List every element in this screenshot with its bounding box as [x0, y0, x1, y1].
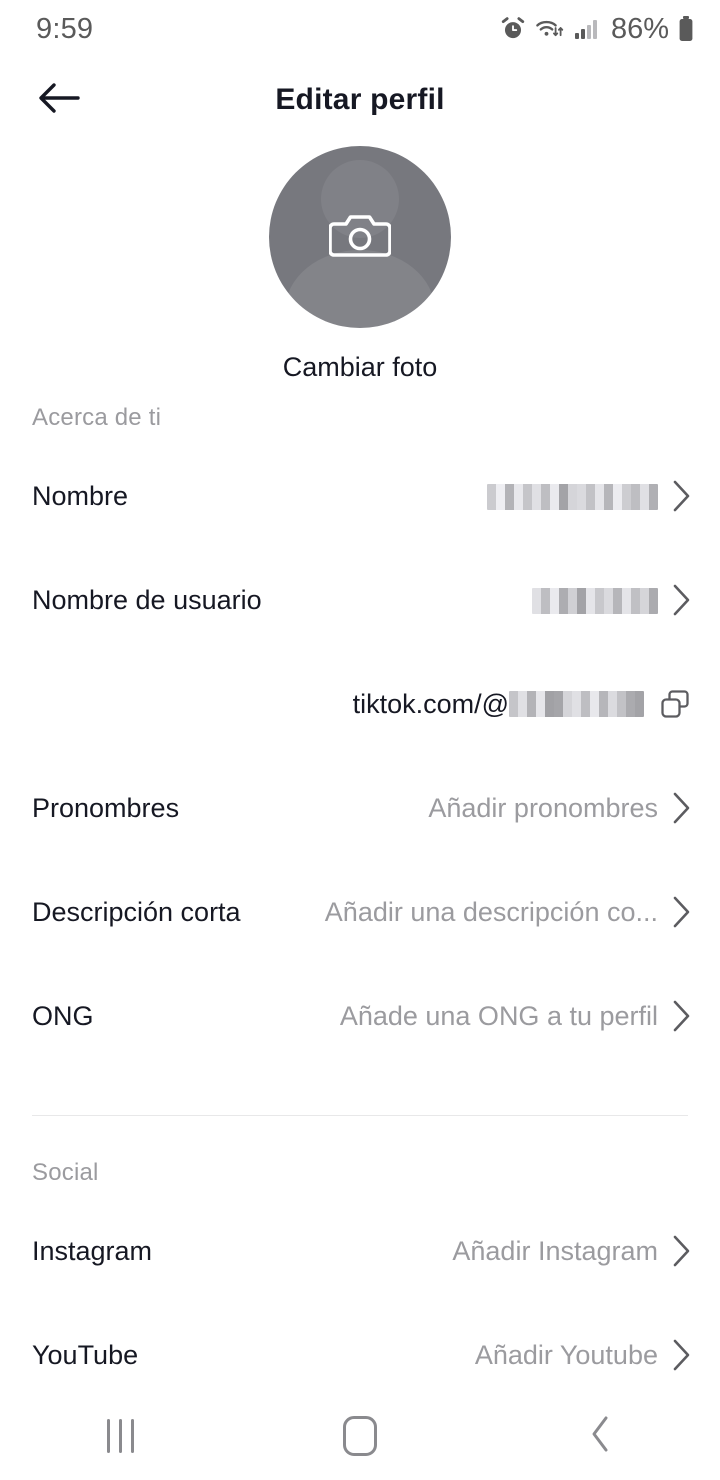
chevron-right-icon: [670, 999, 692, 1033]
recents-icon: [106, 1419, 134, 1453]
edit-profile-screen: 9:59 86% Editar perfil Cambiar foto Acer…: [0, 0, 720, 1480]
chevron-right-icon: [670, 791, 692, 825]
change-photo-label[interactable]: Cambiar foto: [283, 352, 438, 383]
redacted-username: [532, 588, 658, 615]
alarm-icon: [500, 16, 526, 42]
row-label: ONG: [32, 1000, 94, 1031]
copy-icon[interactable]: [658, 687, 692, 721]
camera-icon: [328, 208, 392, 267]
row-label: Pronombres: [32, 792, 180, 823]
row-label: Nombre de usuario: [32, 584, 262, 615]
chevron-right-icon: [670, 895, 692, 929]
row-label: Nombre: [32, 480, 129, 511]
row-label: YouTube: [32, 1339, 139, 1370]
nav-home-button[interactable]: [300, 1392, 420, 1480]
section-label-about: Acerca de ti: [32, 404, 162, 431]
chevron-right-icon: [670, 1338, 692, 1372]
profile-url-prefix: tiktok.com/@: [352, 688, 509, 719]
battery-percent: 86%: [610, 12, 669, 45]
status-bar-clock: 9:59: [36, 12, 94, 45]
page-header: Editar perfil: [0, 62, 720, 138]
avatar[interactable]: [269, 146, 451, 328]
arrow-left-icon: [37, 80, 81, 121]
nav-recents-button[interactable]: [60, 1392, 180, 1480]
row-label: Descripción corta: [32, 896, 241, 927]
chevron-right-icon: [670, 1234, 692, 1268]
row-value: Añadir Instagram: [452, 1235, 658, 1266]
row-value-redacted: [262, 585, 658, 616]
section-label-social: Social: [32, 1159, 99, 1186]
back-button[interactable]: [28, 74, 90, 126]
wifi-icon: [535, 16, 565, 42]
row-value: Añade una ONG a tu perfil: [339, 1000, 658, 1031]
redacted-name: [487, 484, 658, 511]
status-bar: 9:59 86%: [0, 0, 720, 58]
row-youtube[interactable]: YouTube Añadir Youtube: [0, 1327, 720, 1383]
home-icon: [343, 1416, 377, 1456]
row-ong[interactable]: ONG Añade una ONG a tu perfil: [0, 988, 720, 1044]
row-value: Añadir pronombres: [428, 792, 658, 823]
row-nombre-de-usuario[interactable]: Nombre de usuario: [0, 572, 720, 628]
signal-icon: [574, 16, 600, 42]
row-descripcion-corta[interactable]: Descripción corta Añadir una descripción…: [0, 884, 720, 940]
row-value: Añadir una descripción co...: [324, 896, 658, 927]
row-nombre[interactable]: Nombre: [0, 468, 720, 524]
chevron-right-icon: [670, 583, 692, 617]
system-nav-bar: [0, 1392, 720, 1480]
row-value: Añadir Youtube: [474, 1339, 658, 1370]
row-profile-url[interactable]: tiktok.com/@: [0, 676, 720, 732]
redacted-handle: [509, 691, 644, 717]
row-instagram[interactable]: Instagram Añadir Instagram: [0, 1223, 720, 1279]
chevron-right-icon: [670, 479, 692, 513]
row-value-redacted: [128, 481, 658, 512]
section-divider: [32, 1115, 688, 1116]
row-pronombres[interactable]: Pronombres Añadir pronombres: [0, 780, 720, 836]
status-bar-icons: 86%: [500, 13, 694, 46]
back-icon: [587, 1414, 613, 1459]
avatar-block: Cambiar foto: [0, 146, 720, 383]
page-title: Editar perfil: [275, 83, 445, 116]
battery-icon: [678, 15, 694, 43]
nav-back-button[interactable]: [540, 1392, 660, 1480]
row-label: Instagram: [32, 1235, 153, 1266]
